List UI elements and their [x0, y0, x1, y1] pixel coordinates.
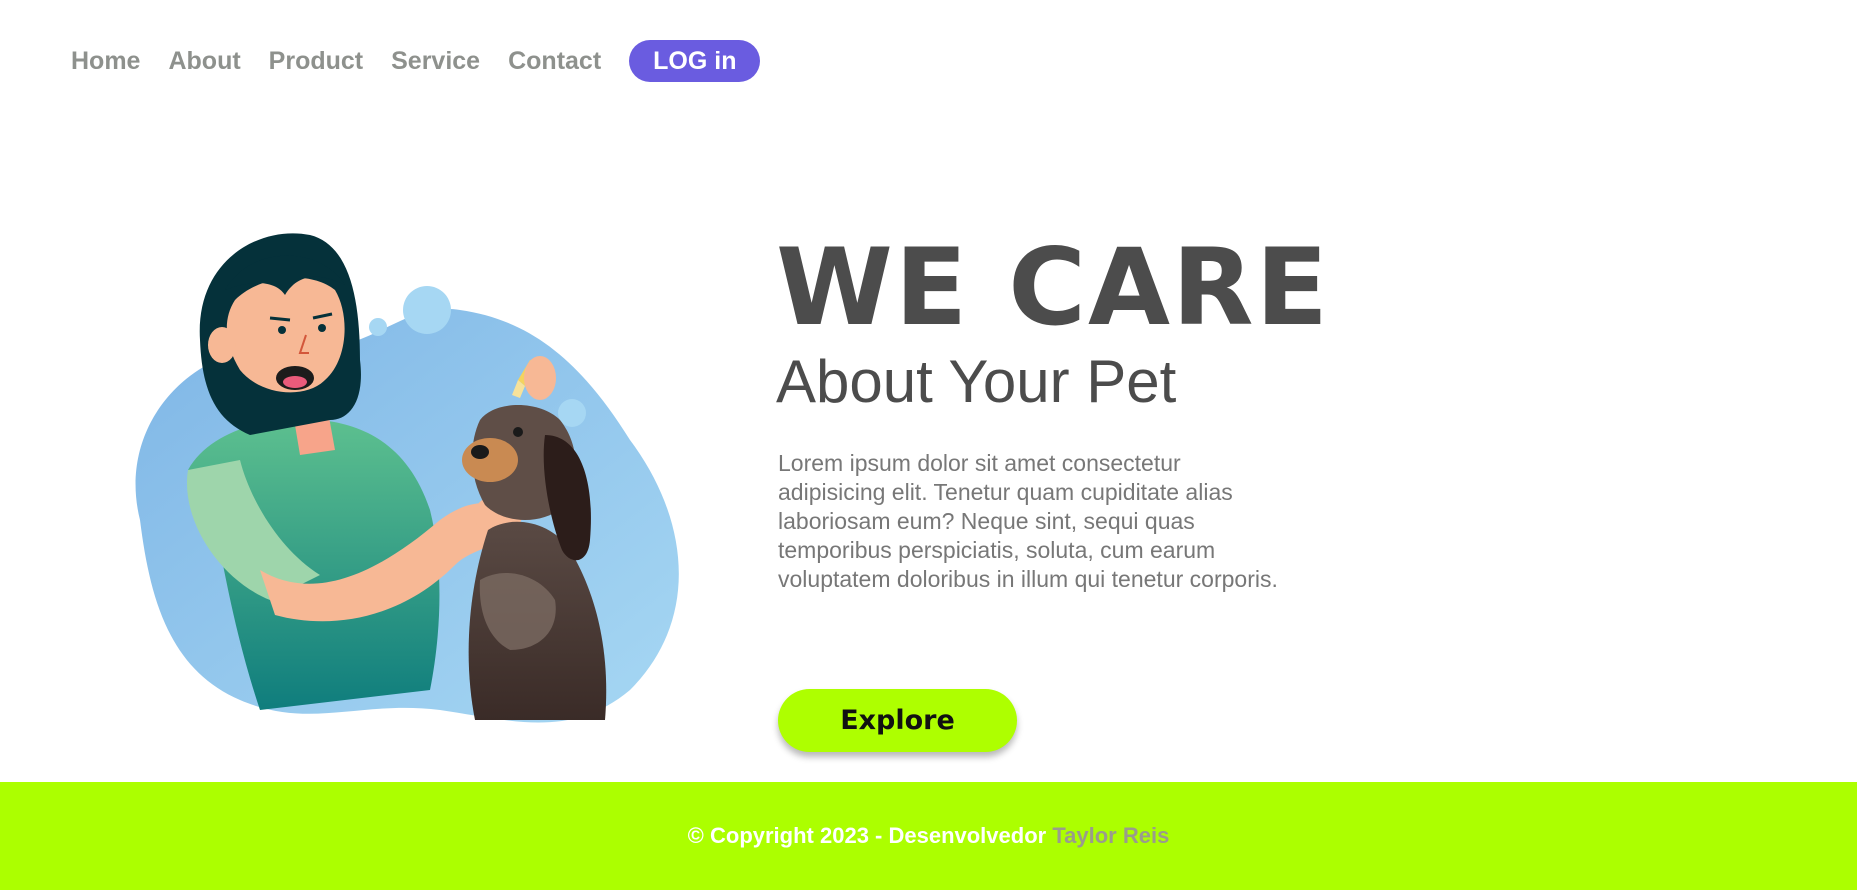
bubble-large: [403, 286, 451, 334]
woman-eye-left: [278, 326, 286, 334]
hero-title: WE CARE: [776, 226, 1331, 349]
hero-subtitle: About Your Pet: [776, 348, 1177, 415]
woman-fingers: [524, 356, 556, 400]
nav-link-contact[interactable]: Contact: [508, 47, 601, 76]
explore-button[interactable]: Explore: [778, 689, 1017, 752]
vet-with-dog-illustration: [135, 233, 679, 723]
dog-nose: [471, 445, 489, 459]
dog-snout: [462, 438, 518, 482]
bubble-right: [558, 399, 586, 427]
top-navigation: Home About Product Service Contact LOG i…: [71, 40, 761, 82]
nav-link-about[interactable]: About: [168, 47, 240, 76]
nav-link-service[interactable]: Service: [391, 47, 480, 76]
bubble-small: [369, 318, 387, 336]
login-button[interactable]: LOG in: [629, 40, 761, 82]
nav-link-home[interactable]: Home: [71, 47, 140, 76]
dog-eye: [513, 427, 523, 437]
footer-copyright: © Copyright 2023 - Desenvolvedor Taylor …: [688, 823, 1170, 849]
nav-link-product[interactable]: Product: [269, 47, 363, 76]
copyright-text: © Copyright 2023 - Desenvolvedor: [687, 823, 1047, 848]
woman-ear: [208, 327, 236, 363]
footer: © Copyright 2023 - Desenvolvedor Taylor …: [0, 782, 1857, 890]
hero-description: Lorem ipsum dolor sit amet consectetur a…: [778, 450, 1278, 592]
footer-author-link[interactable]: Taylor Reis: [1052, 823, 1169, 848]
woman-eye-right: [318, 324, 326, 332]
